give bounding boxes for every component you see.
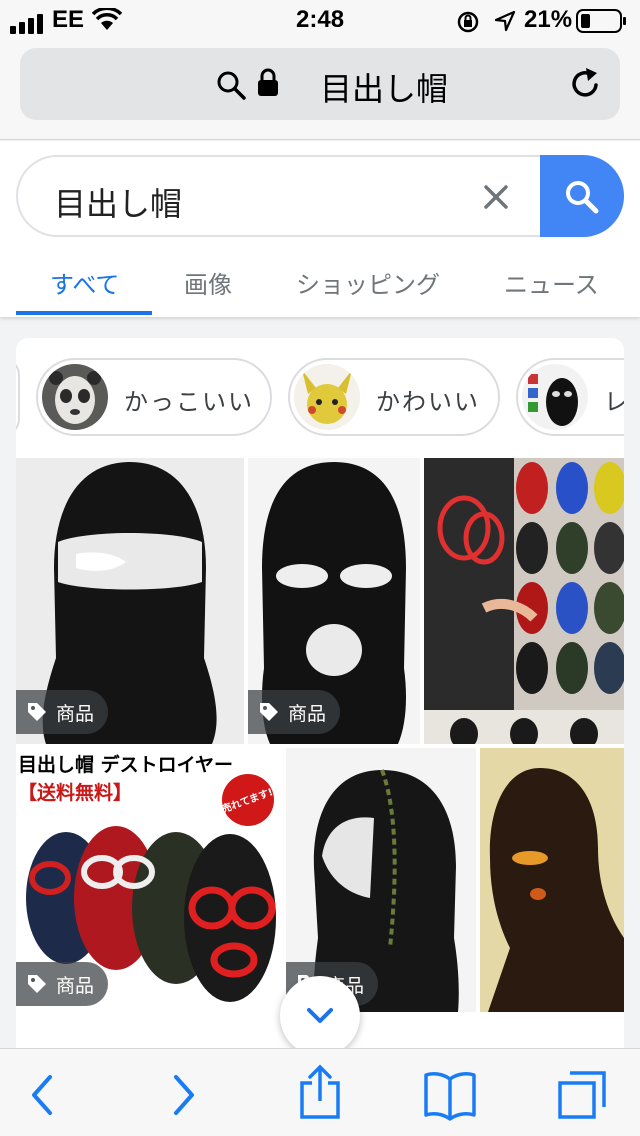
tab-news[interactable]: ニュース	[504, 265, 599, 300]
image-result[interactable]	[480, 748, 624, 1012]
search-button[interactable]	[540, 155, 624, 237]
tag-icon	[28, 975, 46, 993]
chip-partial-left[interactable]	[16, 358, 20, 436]
chip-kawaii[interactable]: かわいい	[288, 358, 500, 436]
tab-shopping[interactable]: ショッピング	[296, 265, 440, 300]
colorful-balaclavas-image	[424, 458, 624, 744]
image-results-card: かっこいい かわいい 商品 商品 目出し帽 デストロイヤー 【送料無料】 売れて…	[16, 338, 624, 1058]
rotation-lock-icon	[457, 11, 479, 33]
show-more-button[interactable]	[280, 976, 360, 1056]
badge-label: 商品	[56, 702, 95, 725]
back-icon[interactable]	[14, 1069, 74, 1121]
product-badge: 商品	[248, 690, 341, 734]
address-text: 目出し帽	[320, 70, 449, 108]
chevron-down-icon	[307, 1008, 333, 1023]
share-icon[interactable]	[290, 1063, 350, 1121]
chip-thumbnail	[294, 364, 360, 430]
badge-label: 商品	[56, 974, 95, 997]
tab-images[interactable]: 画像	[184, 265, 232, 300]
chip-label: かっこいい	[124, 388, 254, 416]
time-label: 2:48	[296, 6, 345, 33]
image-result[interactable]: 商品	[16, 458, 244, 744]
tab-all[interactable]: すべて	[50, 265, 119, 300]
close-icon[interactable]	[482, 183, 510, 211]
reload-icon[interactable]	[568, 66, 604, 102]
chip-thumbnail	[522, 364, 588, 430]
tabs-icon[interactable]	[552, 1069, 612, 1121]
search-header: 目出し帽 すべて 画像 ショッピング ニュース	[0, 141, 640, 317]
image-result[interactable]	[424, 458, 624, 744]
signal-icon	[10, 14, 43, 34]
tag-icon	[260, 703, 278, 721]
active-tab-indicator	[16, 311, 152, 315]
search-icon	[217, 71, 246, 100]
image-result[interactable]: 商品	[286, 748, 476, 1012]
battery-icon	[576, 9, 626, 33]
chip-label: かわいい	[376, 388, 480, 416]
badge-label: 商品	[288, 702, 327, 725]
carrier-label: EE	[52, 6, 85, 33]
location-icon	[494, 10, 516, 32]
chip-label: レ	[604, 382, 624, 417]
bookmarks-icon[interactable]	[420, 1069, 480, 1121]
search-icon	[566, 181, 599, 214]
person-balaclava-image	[480, 748, 624, 1012]
lock-icon	[258, 68, 278, 96]
forward-icon[interactable]	[152, 1069, 212, 1121]
browser-top-bar: 目出し帽	[0, 40, 640, 140]
address-bar[interactable]: 目出し帽	[20, 48, 620, 120]
status-bar: EE 2:48 21%	[0, 0, 640, 40]
chip-thumbnail	[42, 364, 108, 430]
search-query-text: 目出し帽	[54, 185, 183, 223]
promo-free-shipping: 【送料無料】	[18, 782, 133, 804]
product-badge: 商品	[16, 690, 109, 734]
product-badge: 商品	[16, 962, 109, 1006]
promo-title: 目出し帽 デストロイヤー	[18, 754, 234, 776]
image-result[interactable]: 目出し帽 デストロイヤー 【送料無料】 売れてます! 商品	[16, 748, 282, 1012]
image-result[interactable]: 商品	[248, 458, 420, 744]
chip-partial-right[interactable]: レ	[516, 358, 624, 436]
tag-icon	[28, 703, 46, 721]
wifi-icon	[92, 8, 122, 30]
battery-percent: 21%	[524, 6, 573, 33]
search-input[interactable]: 目出し帽	[16, 155, 624, 237]
browser-toolbar	[0, 1048, 640, 1136]
chip-kakkoii[interactable]: かっこいい	[36, 358, 272, 436]
